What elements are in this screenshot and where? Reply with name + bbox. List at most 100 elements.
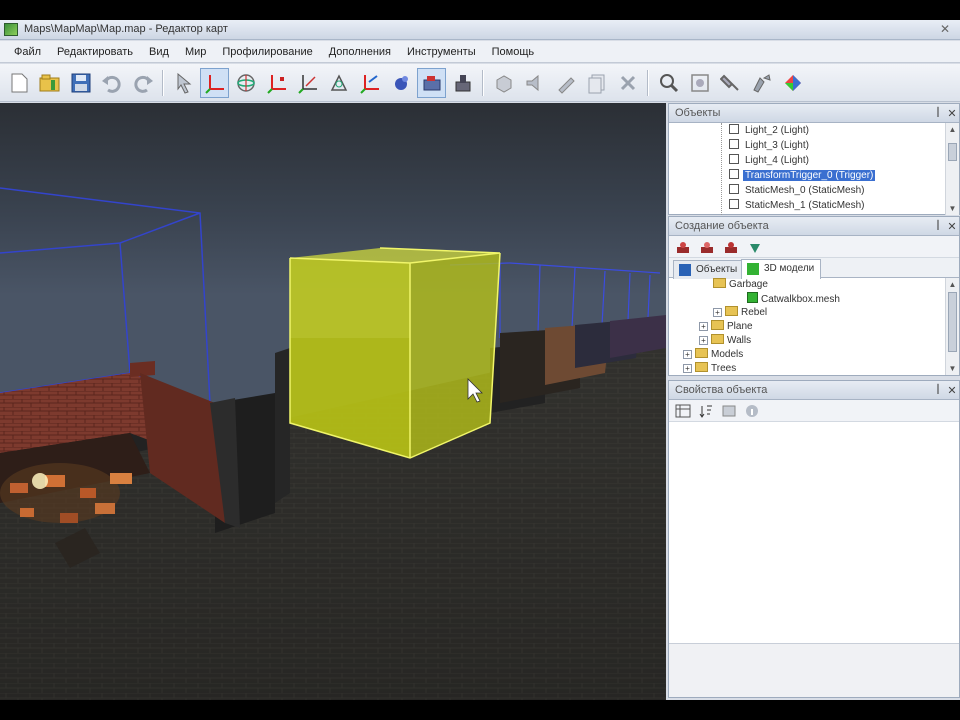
refresh-icon[interactable] bbox=[745, 238, 765, 256]
list-item-selected[interactable]: TransformTrigger_0 (Trigger) bbox=[729, 168, 876, 183]
models-scrollbar[interactable]: ▲ ▼ bbox=[945, 278, 959, 375]
tree-folder[interactable]: + Models bbox=[683, 348, 743, 362]
expand-icon[interactable]: + bbox=[683, 364, 692, 373]
close-icon[interactable]: ✕ bbox=[945, 107, 959, 120]
scrollbar-thumb[interactable] bbox=[948, 143, 957, 161]
expand-icon[interactable]: + bbox=[699, 336, 708, 345]
visibility-checkbox[interactable] bbox=[729, 124, 739, 134]
tree-mesh[interactable]: Catwalkbox.mesh bbox=[747, 292, 840, 306]
undo-icon[interactable] bbox=[97, 68, 126, 98]
list-item[interactable]: Light_4 (Light) bbox=[729, 153, 811, 168]
axis-icon[interactable] bbox=[293, 68, 322, 98]
sound-icon[interactable] bbox=[520, 68, 549, 98]
scroll-up-icon[interactable]: ▲ bbox=[946, 123, 959, 136]
pin-icon[interactable]: ꟾ bbox=[931, 107, 945, 120]
expand-icon[interactable]: + bbox=[683, 350, 692, 359]
categorized-icon[interactable] bbox=[673, 402, 693, 420]
list-item[interactable]: StaticMesh_0 (StaticMesh) bbox=[729, 183, 867, 198]
character-icon[interactable] bbox=[721, 238, 741, 256]
menu-profiling[interactable]: Профилирование bbox=[214, 41, 320, 63]
save-icon[interactable] bbox=[66, 68, 95, 98]
menu-help[interactable]: Помощь bbox=[484, 41, 543, 63]
tree-folder[interactable]: + Walls bbox=[699, 334, 751, 348]
property-description bbox=[669, 643, 959, 697]
tree-label: Rebel bbox=[741, 307, 768, 318]
close-icon[interactable]: ✕ bbox=[945, 384, 959, 397]
property-pages-icon[interactable] bbox=[719, 402, 739, 420]
close-icon[interactable]: ✕ bbox=[945, 220, 959, 233]
toolbar-separator bbox=[647, 69, 649, 96]
delete-icon[interactable] bbox=[613, 68, 642, 98]
pin-icon[interactable]: ꟾ bbox=[931, 220, 945, 233]
scroll-down-icon[interactable]: ▼ bbox=[946, 202, 959, 215]
tab-3d-models[interactable]: 3D модели bbox=[741, 259, 822, 279]
scale-icon[interactable] bbox=[262, 68, 291, 98]
materials-icon[interactable] bbox=[778, 68, 807, 98]
expand-icon[interactable]: + bbox=[699, 322, 708, 331]
new-icon[interactable] bbox=[4, 68, 33, 98]
property-grid[interactable] bbox=[669, 423, 959, 638]
list-item-label: TransformTrigger_0 (Trigger) bbox=[743, 170, 876, 181]
scroll-down-icon[interactable]: ▼ bbox=[946, 362, 959, 375]
tree-folder[interactable]: Garbage bbox=[713, 278, 768, 292]
visibility-checkbox[interactable] bbox=[729, 154, 739, 164]
menu-view[interactable]: Вид bbox=[141, 41, 177, 63]
models-tree: Garbage Catwalkbox.mesh + Rebel + Plane + W… bbox=[669, 278, 959, 375]
info-icon[interactable] bbox=[742, 402, 762, 420]
expand-icon[interactable]: + bbox=[713, 308, 722, 317]
tree-guide-line bbox=[721, 123, 722, 215]
visibility-checkbox[interactable] bbox=[729, 139, 739, 149]
zoom-icon[interactable] bbox=[654, 68, 683, 98]
visibility-checkbox[interactable] bbox=[729, 169, 739, 179]
trigger-volume[interactable] bbox=[289, 247, 501, 459]
select-icon[interactable] bbox=[169, 68, 198, 98]
copy-icon[interactable] bbox=[582, 68, 611, 98]
transform-icon[interactable] bbox=[355, 68, 384, 98]
redo-icon[interactable] bbox=[128, 68, 157, 98]
pin-icon[interactable]: ꟾ bbox=[931, 384, 945, 397]
tree-folder[interactable]: + Plane bbox=[699, 320, 753, 334]
visibility-checkbox[interactable] bbox=[729, 199, 739, 209]
move-icon[interactable] bbox=[200, 67, 229, 98]
brush-icon[interactable] bbox=[716, 68, 745, 98]
camera-icon[interactable] bbox=[417, 67, 446, 98]
tree-folder[interactable]: + Trees bbox=[683, 362, 736, 375]
build-icon[interactable] bbox=[448, 68, 477, 98]
folder-icon bbox=[695, 348, 708, 358]
scene-viewport[interactable] bbox=[0, 103, 666, 700]
open-icon[interactable] bbox=[35, 68, 64, 98]
visibility-checkbox[interactable] bbox=[729, 184, 739, 194]
menu-bar: Файл Редактировать Вид Мир Профилировани… bbox=[0, 41, 960, 63]
list-item[interactable]: Light_3 (Light) bbox=[729, 138, 811, 153]
physics-icon[interactable] bbox=[386, 68, 415, 98]
scrollbar-thumb[interactable] bbox=[948, 292, 957, 352]
menu-tools[interactable]: Инструменты bbox=[399, 41, 484, 63]
folder-icon bbox=[725, 306, 738, 316]
vertex-icon[interactable] bbox=[324, 68, 353, 98]
objects-scrollbar[interactable]: ▲ ▼ bbox=[945, 123, 959, 215]
focus-icon[interactable] bbox=[685, 68, 714, 98]
title-bar: Maps\MapMap\Map.map - Редактор карт ✕ bbox=[0, 20, 960, 40]
cube-icon[interactable] bbox=[489, 68, 518, 98]
character-icon[interactable] bbox=[697, 238, 717, 256]
list-item[interactable]: StaticMesh_1 (StaticMesh) bbox=[729, 198, 867, 213]
menu-addons[interactable]: Дополнения bbox=[321, 41, 399, 63]
tree-label: Catwalkbox.mesh bbox=[761, 294, 840, 305]
particles-icon[interactable] bbox=[551, 68, 580, 98]
menu-edit[interactable]: Редактировать bbox=[49, 41, 141, 63]
properties-panel-title: Свойства объекта bbox=[675, 384, 768, 396]
sort-az-icon[interactable] bbox=[696, 402, 716, 420]
tree-label: Trees bbox=[711, 363, 737, 374]
tab-objects[interactable]: Объекты bbox=[673, 260, 745, 279]
list-item[interactable]: Light_2 (Light) bbox=[729, 123, 811, 138]
menu-world[interactable]: Мир bbox=[177, 41, 214, 63]
rotate-icon[interactable] bbox=[231, 68, 260, 98]
properties-panel: Свойства объекта ꟾ ✕ bbox=[668, 380, 960, 698]
tree-folder[interactable]: + Rebel bbox=[713, 306, 767, 320]
main-toolbar bbox=[0, 64, 960, 102]
menu-file[interactable]: Файл bbox=[6, 41, 49, 63]
character-icon[interactable] bbox=[673, 238, 693, 256]
paint-icon[interactable] bbox=[747, 68, 776, 98]
scroll-up-icon[interactable]: ▲ bbox=[946, 278, 959, 291]
close-icon[interactable]: ✕ bbox=[936, 22, 954, 37]
